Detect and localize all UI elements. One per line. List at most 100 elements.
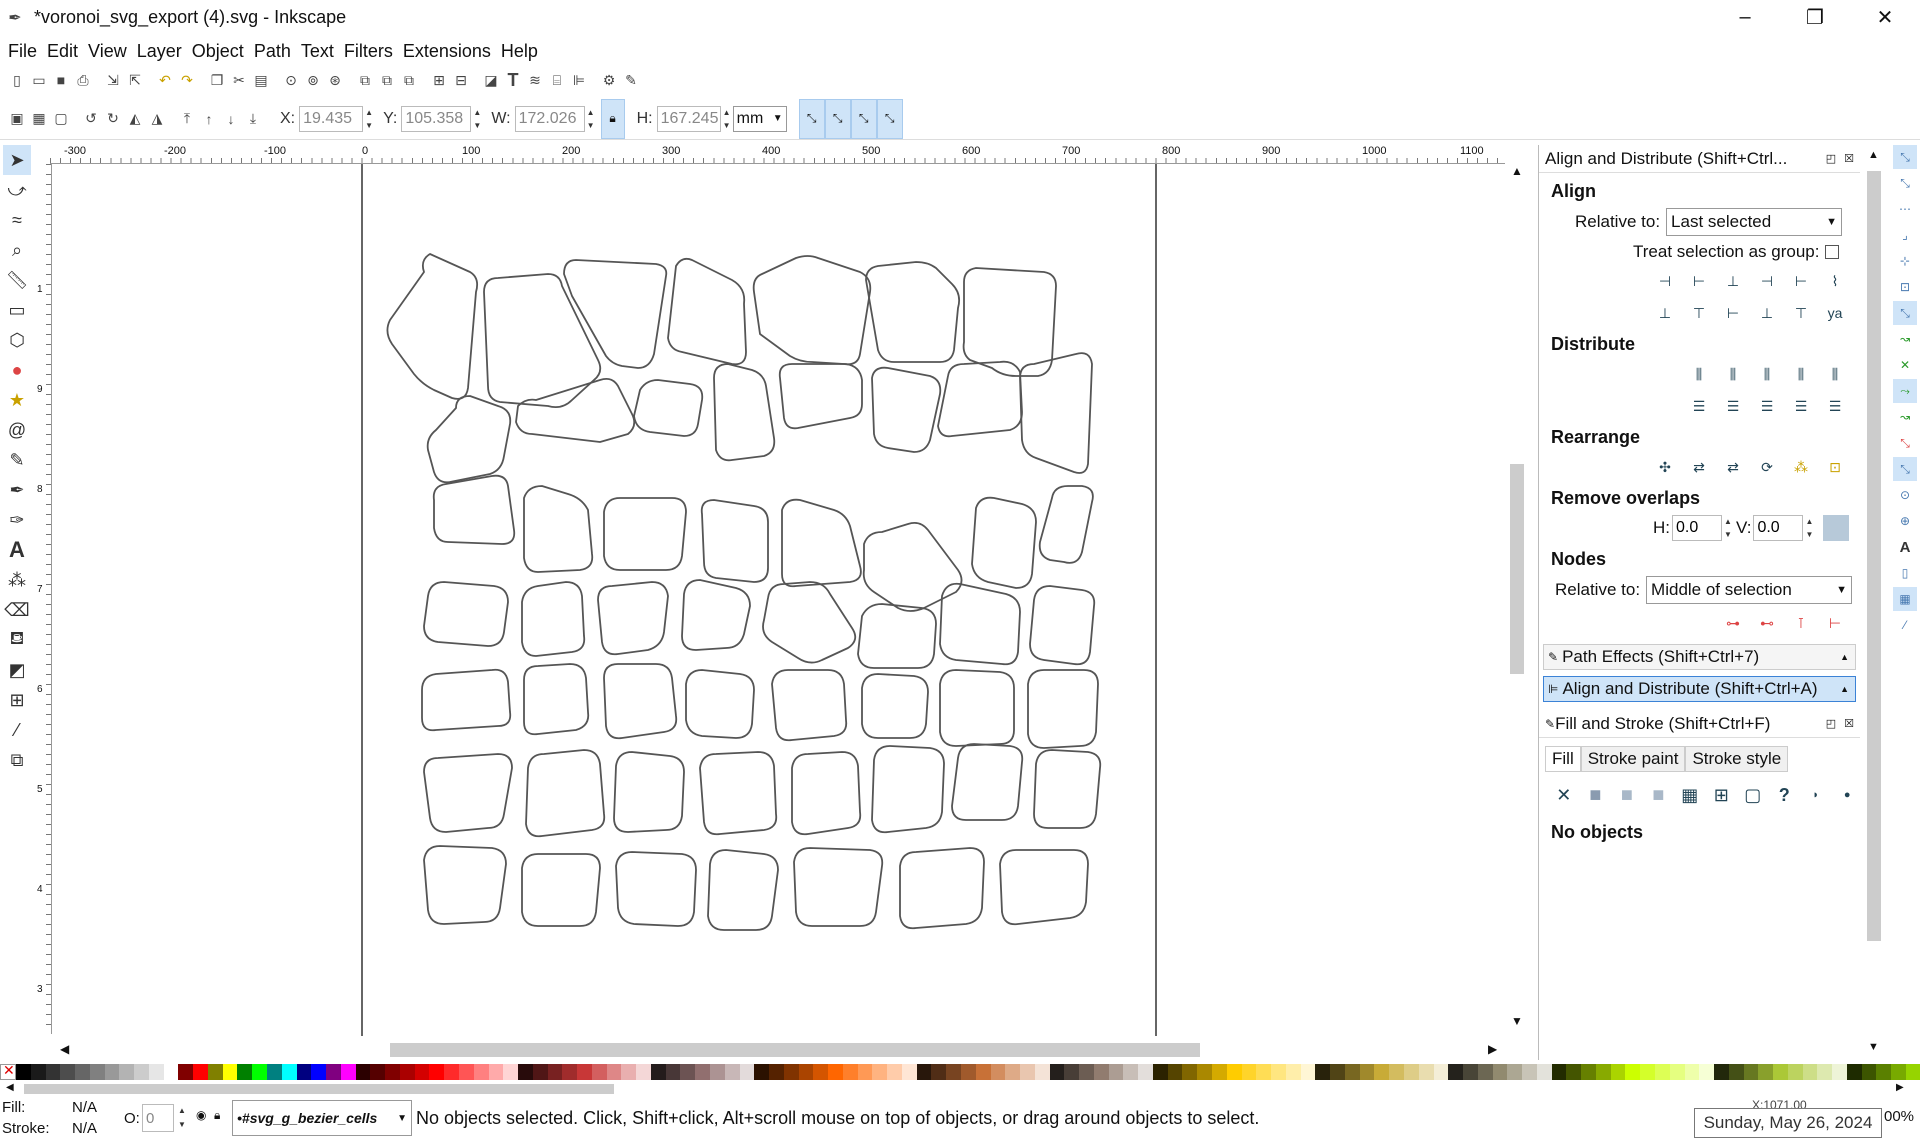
color-swatch[interactable] [1773,1064,1788,1080]
fill-value[interactable]: N/A [72,1099,97,1116]
color-swatch[interactable] [1463,1064,1478,1080]
color-swatch[interactable] [562,1064,578,1080]
color-swatch[interactable] [1359,1064,1375,1080]
snap-bbox-midpoint-icon[interactable]: ⊹ [1893,249,1917,273]
snap-bbox-icon[interactable]: ⤡ [1893,171,1917,195]
dropper-tool-icon[interactable]: ⁄ [3,715,31,745]
snap-path-intersection-icon[interactable]: ✕ [1893,353,1917,377]
color-swatch[interactable] [1906,1064,1920,1080]
distribute-middle-icon[interactable]: ☰ [1719,393,1747,419]
color-swatch[interactable] [1108,1064,1124,1080]
color-swatch[interactable] [148,1064,164,1080]
relative-to-select[interactable]: Last selected ▼ [1666,208,1843,236]
color-swatch[interactable] [621,1064,637,1080]
h-spinner[interactable]: ▲ ▼ [721,106,733,132]
color-swatch[interactable] [1728,1064,1744,1080]
align-nodes-vertical-icon[interactable]: ⊷ [1753,610,1781,636]
color-swatch[interactable] [45,1064,61,1080]
export-icon[interactable]: ⇱ [124,69,146,91]
zoom-selection-icon[interactable]: ⊙ [280,69,302,91]
align-bottom-to-top-icon[interactable]: ⊥ [1651,300,1679,326]
opacity-input[interactable] [142,1104,174,1132]
color-swatch[interactable] [650,1064,666,1080]
color-swatch[interactable] [1669,1064,1685,1080]
menu-edit[interactable]: Edit [47,41,78,62]
distribute-nodes-horizontal-icon[interactable]: ⊺ [1787,610,1815,636]
distribute-bottom-icon[interactable]: ☰ [1753,393,1781,419]
chevron-up-icon[interactable]: ▲ [1511,164,1523,178]
print-icon[interactable]: ⎙ [72,69,94,91]
lock-ratio-button[interactable]: 🔒︎ [600,98,625,139]
overlap-v-input[interactable] [1753,515,1804,541]
center-horizontal-axis-icon[interactable]: ⊢ [1719,300,1747,326]
color-swatch[interactable] [1167,1064,1183,1080]
color-swatch[interactable] [1433,1064,1449,1080]
layers-icon[interactable]: ≋ [524,69,546,91]
drawing-canvas[interactable] [52,164,1505,1036]
exchange-positions-icon[interactable]: ⇄ [1685,454,1713,480]
color-swatch[interactable] [1020,1064,1035,1080]
overlap-h-input[interactable] [1672,515,1722,541]
center-vertical-axis-icon[interactable]: ⊥ [1719,268,1747,294]
color-swatch[interactable] [134,1064,149,1080]
color-swatch[interactable] [1448,1064,1464,1080]
color-swatch[interactable] [370,1064,386,1080]
color-swatch[interactable] [1566,1064,1582,1080]
gradient-tool-icon[interactable]: ◩ [3,655,31,685]
node-tool-icon[interactable]: ⤻ [3,175,31,205]
exchange-clockwise-icon[interactable]: ⟳ [1753,454,1781,480]
snap-others-icon[interactable]: ⤡ [1893,457,1917,481]
color-swatch[interactable] [1256,1064,1272,1080]
color-swatch[interactable] [798,1064,814,1080]
unit-select[interactable]: mm ▼ [732,105,787,132]
linear-gradient-icon[interactable]: ■ [1614,782,1640,808]
snap-smooth-nodes-icon[interactable]: ↝ [1893,405,1917,429]
color-swatch[interactable] [1581,1064,1596,1080]
color-swatch[interactable] [1802,1064,1818,1080]
color-swatch[interactable] [30,1064,46,1080]
opacity-spinner[interactable]: ▲ ▼ [176,1104,188,1132]
rectangle-tool-icon[interactable]: ▭ [3,295,31,325]
color-swatch[interactable] [1226,1064,1242,1080]
dock-icon[interactable]: ◰ [1826,717,1836,730]
color-swatch[interactable] [355,1064,371,1080]
menu-filters[interactable]: Filters [344,41,393,62]
color-swatch[interactable] [326,1064,341,1080]
lower-icon[interactable]: ↓ [220,108,242,130]
color-swatch[interactable] [1034,1064,1050,1080]
selector-tool-icon[interactable]: ➤ [3,145,31,175]
distribute-nodes-vertical-icon[interactable]: ⊢ [1821,610,1849,636]
color-swatch[interactable] [1049,1064,1065,1080]
distribute-center-icon[interactable]: ⫼ [1719,361,1747,387]
color-swatch[interactable] [1891,1064,1906,1080]
align-left-to-right-icon[interactable]: ⊢ [1787,268,1815,294]
color-swatch[interactable] [931,1064,947,1080]
nodes-relative-select[interactable]: Middle of selection ▼ [1646,576,1853,604]
flat-color-icon[interactable]: ■ [1583,782,1609,808]
color-swatch[interactable] [916,1064,932,1080]
color-swatch[interactable] [252,1064,268,1080]
close-icon[interactable]: ☒ [1844,717,1854,730]
scroll-thumb[interactable] [390,1043,1200,1057]
select-all-layers-icon[interactable]: ▦ [28,108,50,130]
mesh-tool-icon[interactable]: ⊞ [3,685,31,715]
color-swatch[interactable] [842,1064,858,1080]
graph-layout-icon[interactable]: ✣ [1651,454,1679,480]
no-paint-icon[interactable]: ✕ [1551,782,1577,808]
eye-icon[interactable]: ◉ [196,1108,206,1122]
color-swatch[interactable] [1152,1064,1168,1080]
dock-icon[interactable]: ◰ [1826,152,1836,165]
menu-text[interactable]: Text [301,41,334,62]
text-font-icon[interactable]: T [502,69,524,91]
spiral-tool-icon[interactable]: @ [3,415,31,445]
color-swatch[interactable] [1079,1064,1094,1080]
color-swatch[interactable] [739,1064,755,1080]
color-swatch[interactable] [1699,1064,1715,1080]
pen-tool-icon[interactable]: ✒ [3,475,31,505]
color-swatch[interactable] [1374,1064,1390,1080]
align-baselines-icon[interactable]: ya [1821,300,1849,326]
flip-horizontal-icon[interactable]: ◭ [124,108,146,130]
color-swatch[interactable] [872,1064,888,1080]
lock-icon[interactable]: 🔒︎ [214,1108,220,1123]
spray-tool-icon[interactable]: ⁂ [3,565,31,595]
